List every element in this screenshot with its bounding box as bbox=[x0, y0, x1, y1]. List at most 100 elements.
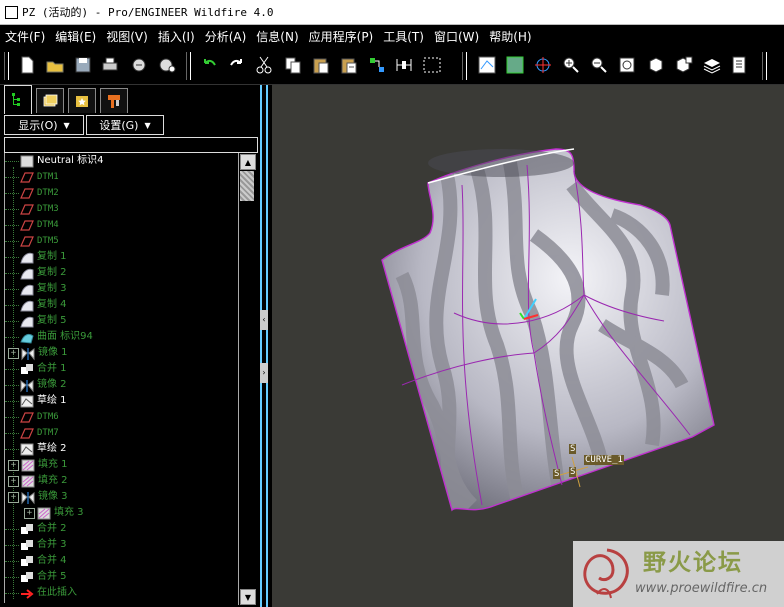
menu-item[interactable]: 信息(N) bbox=[251, 28, 303, 45]
edit-dimensions-button[interactable] bbox=[393, 54, 415, 76]
scroll-up-button[interactable]: ▲ bbox=[240, 154, 256, 170]
tree-item[interactable]: DTM6 bbox=[5, 409, 239, 425]
select-box-icon bbox=[423, 57, 441, 73]
scroll-thumb[interactable] bbox=[240, 171, 254, 201]
tree-item[interactable]: 复制 2 bbox=[5, 265, 239, 281]
tree-item[interactable]: + 镜像 1 bbox=[5, 345, 239, 361]
layers-button[interactable] bbox=[701, 54, 723, 76]
email-link-button[interactable] bbox=[156, 54, 178, 76]
tree-item[interactable]: 合并 5 bbox=[5, 569, 239, 585]
repaint-button[interactable] bbox=[476, 54, 498, 76]
tree-item[interactable]: 草绘 2 bbox=[5, 441, 239, 457]
refit-button[interactable] bbox=[616, 54, 638, 76]
tree-item[interactable]: DTM7 bbox=[5, 425, 239, 441]
show-dropdown[interactable]: 显示(O) ▼ bbox=[4, 115, 84, 135]
menu-item[interactable]: 帮助(H) bbox=[484, 28, 536, 45]
tree-item-label: 合并 2 bbox=[37, 523, 67, 534]
tree-connector bbox=[5, 272, 19, 274]
menu-item[interactable]: 视图(V) bbox=[101, 28, 153, 45]
expand-toggle-icon[interactable]: + bbox=[24, 507, 35, 519]
tree-item[interactable]: Neutral 标识4 bbox=[5, 153, 239, 169]
print-button[interactable] bbox=[99, 54, 121, 76]
expand-toggle-icon[interactable]: + bbox=[8, 491, 19, 503]
shading-button[interactable] bbox=[504, 54, 526, 76]
tree-item[interactable]: 复制 5 bbox=[5, 313, 239, 329]
expand-toggle-icon[interactable]: + bbox=[8, 459, 19, 471]
tree-item[interactable]: 合并 4 bbox=[5, 553, 239, 569]
print-icon bbox=[102, 57, 118, 71]
expand-toggle-icon[interactable]: + bbox=[8, 347, 19, 359]
menu-item[interactable]: 文件(F) bbox=[0, 28, 50, 45]
select-box-button[interactable] bbox=[421, 54, 443, 76]
tree-item[interactable]: + 镜像 3 bbox=[5, 489, 239, 505]
tree-item[interactable]: 合并 1 bbox=[5, 361, 239, 377]
tree-item[interactable]: 复制 4 bbox=[5, 297, 239, 313]
datum-icon bbox=[19, 426, 35, 440]
panel-splitter[interactable]: ‹ › bbox=[258, 85, 272, 607]
csys-label: S bbox=[569, 467, 577, 477]
menu-item[interactable]: 分析(A) bbox=[200, 28, 252, 45]
tree-item[interactable]: 曲面 标识94 bbox=[5, 329, 239, 345]
tree-item[interactable]: 在此插入 bbox=[5, 585, 239, 601]
tree-item[interactable]: 草绘 1 bbox=[5, 393, 239, 409]
menu-item[interactable]: 编辑(E) bbox=[50, 28, 101, 45]
menu-item[interactable]: 插入(I) bbox=[153, 28, 200, 45]
expand-right-button[interactable]: › bbox=[260, 363, 268, 383]
tab-folder-browser[interactable] bbox=[36, 88, 64, 113]
saved-views-button[interactable] bbox=[673, 54, 695, 76]
spin-center-button[interactable] bbox=[532, 54, 554, 76]
copy-icon bbox=[19, 266, 35, 280]
tree-item[interactable]: 合并 3 bbox=[5, 537, 239, 553]
tree-item[interactable]: 合并 2 bbox=[5, 521, 239, 537]
copy-button[interactable] bbox=[282, 54, 304, 76]
toolbar-separator bbox=[186, 52, 191, 80]
tree-connector bbox=[5, 224, 19, 226]
tab-model-tree[interactable] bbox=[4, 85, 32, 114]
tree-item[interactable]: DTM4 bbox=[5, 217, 239, 233]
new-file-button[interactable] bbox=[16, 54, 38, 76]
tree-item[interactable]: + 填充 3 bbox=[5, 505, 239, 521]
model-tree-icon bbox=[732, 56, 746, 74]
tree-item[interactable]: 镜像 2 bbox=[5, 377, 239, 393]
zoom-in-button[interactable] bbox=[560, 54, 582, 76]
edit-dimensions-icon bbox=[396, 59, 412, 71]
part-icon bbox=[19, 154, 35, 168]
menu-item[interactable]: 窗口(W) bbox=[429, 28, 484, 45]
model-tree-button[interactable] bbox=[729, 54, 751, 76]
tree-item[interactable]: DTM2 bbox=[5, 185, 239, 201]
tree-item[interactable]: 复制 1 bbox=[5, 249, 239, 265]
open-folder-button[interactable] bbox=[44, 54, 66, 76]
expand-toggle-icon[interactable]: + bbox=[8, 475, 19, 487]
paste-button[interactable] bbox=[310, 54, 332, 76]
tree-item[interactable]: + 填充 2 bbox=[5, 473, 239, 489]
undo-button[interactable] bbox=[198, 54, 220, 76]
collapse-left-button[interactable]: ‹ bbox=[260, 310, 268, 330]
datum-icon bbox=[19, 234, 35, 248]
menu-item[interactable]: 工具(T) bbox=[378, 28, 429, 45]
email-button[interactable] bbox=[128, 54, 150, 76]
tree-item[interactable]: DTM3 bbox=[5, 201, 239, 217]
tree-scrollbar[interactable]: ▲ ▼ bbox=[238, 153, 256, 605]
regenerate-button[interactable] bbox=[366, 54, 388, 76]
tree-filter-input[interactable] bbox=[4, 137, 258, 153]
redo-button[interactable] bbox=[226, 54, 248, 76]
menu-item[interactable]: 应用程序(P) bbox=[304, 28, 379, 45]
zoom-out-button[interactable] bbox=[588, 54, 610, 76]
tree-item[interactable]: + 填充 1 bbox=[5, 457, 239, 473]
merge-icon bbox=[19, 362, 35, 376]
tree-item-label: 合并 5 bbox=[37, 571, 67, 582]
paste-special-button[interactable] bbox=[338, 54, 360, 76]
tab-connections[interactable] bbox=[100, 88, 128, 113]
tree-item[interactable]: 复制 3 bbox=[5, 281, 239, 297]
graphics-window[interactable]: CURVE_1 S S S bbox=[272, 85, 784, 607]
tree-item[interactable]: DTM1 bbox=[5, 169, 239, 185]
settings-dropdown[interactable]: 设置(G) ▼ bbox=[86, 115, 164, 135]
tree-item[interactable]: DTM5 bbox=[5, 233, 239, 249]
tree-connector bbox=[5, 176, 19, 178]
scroll-down-button[interactable]: ▼ bbox=[240, 589, 256, 605]
orient-button[interactable] bbox=[645, 54, 667, 76]
tab-favorites[interactable] bbox=[68, 88, 96, 113]
save-button[interactable] bbox=[72, 54, 94, 76]
cut-button[interactable] bbox=[253, 54, 275, 76]
menu-bar: 文件(F) 编辑(E) 视图(V) 插入(I) 分析(A) 信息(N) 应用程序(P) 工具(… bbox=[0, 25, 784, 47]
